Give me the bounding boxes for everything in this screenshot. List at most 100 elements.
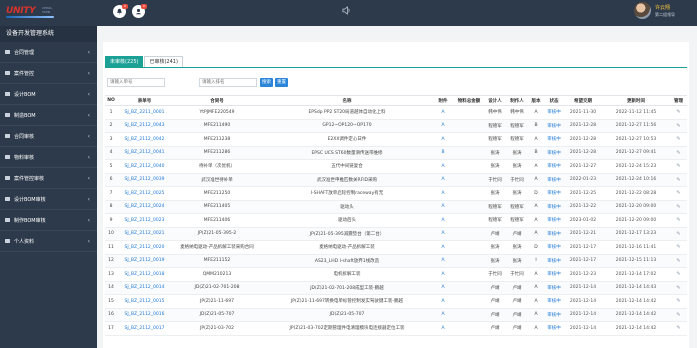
edit-icon[interactable]: ✎: [670, 213, 687, 228]
form-number-link[interactable]: SJ_BZ_2112_0039: [117, 173, 172, 187]
form-number-link[interactable]: SJ_BZ_2112_0018: [117, 267, 172, 282]
table-row[interactable]: 13 SJ_BZ_2112_0018 QMM210213 电机拆解工装 A 于忙同 于忙同 A…: [105, 267, 687, 282]
table-row[interactable]: 11 SJ_BZ_2112_0020 麦格纳电驱动-产品拆解工装采购合同 麦格纳电驱动…: [105, 240, 687, 255]
status-link[interactable]: 审核中: [544, 146, 564, 160]
form-number-link[interactable]: SJ_BZ_2112_0041: [117, 146, 172, 160]
status-link[interactable]: 审核中: [544, 105, 564, 120]
form-number-link[interactable]: SJ_BZ_2112_0025: [117, 186, 172, 201]
attachment-link[interactable]: A: [432, 132, 454, 147]
attachment-link[interactable]: A: [432, 186, 454, 201]
form-number-link[interactable]: SJ_BZ_2112_0014: [117, 281, 172, 295]
table-row[interactable]: 7 SJ_BZ_2112_0025 MFE211250 I-SHAFT放单启轮控制ra…: [105, 186, 687, 201]
status-link[interactable]: 审核中: [544, 227, 564, 241]
status-link[interactable]: 审核中: [544, 321, 564, 336]
user-avatar[interactable]: [634, 2, 651, 19]
sidebar-item-2[interactable]: 设计BOM ‹: [0, 84, 97, 105]
table-row[interactable]: 4 SJ_BZ_2112_0041 MFE211286 EPSC UCS ST60数量…: [105, 146, 687, 160]
status-link[interactable]: 审核中: [544, 132, 564, 147]
table-row[interactable]: 17 SJ_BZ_2112_0017 JP(Z)21-03-702 JP(Z)21-0…: [105, 321, 687, 336]
edit-icon[interactable]: ✎: [670, 119, 687, 133]
search-button[interactable]: 搜索: [260, 78, 273, 87]
sidebar-item-1[interactable]: 案件管控 ‹: [0, 63, 97, 84]
table-row[interactable]: 14 SJ_BZ_2112_0014 JD(Z)21-02-701-208 JD(Z)…: [105, 281, 687, 295]
sidebar-item-0[interactable]: 合同管理 ‹: [0, 42, 97, 63]
form-number-link[interactable]: SJ_BZ_2112_0020: [117, 240, 172, 255]
form-number-link[interactable]: SJ_BZ_2112_0019: [117, 254, 172, 268]
table-row[interactable]: 16 SJ_BZ_2112_0016 JD(Z)21-05-707 JD(Z)21-0…: [105, 308, 687, 322]
form-number-link[interactable]: SJ_BZ_2112_0040: [117, 159, 172, 174]
status-link[interactable]: 审核中: [544, 213, 564, 228]
status-link[interactable]: 审核中: [544, 240, 564, 255]
speaker-icon[interactable]: [342, 6, 351, 15]
edit-icon[interactable]: ✎: [670, 186, 687, 201]
status-link[interactable]: 审核中: [544, 159, 564, 174]
attachment-link[interactable]: A: [432, 294, 454, 309]
attachment-link[interactable]: A: [432, 227, 454, 241]
attachment-link[interactable]: A: [432, 321, 454, 336]
attachment-link[interactable]: A: [432, 105, 454, 120]
edit-icon[interactable]: ✎: [670, 281, 687, 295]
form-number-link[interactable]: SJ_BZ_2112_0023: [117, 213, 172, 228]
edit-icon[interactable]: ✎: [670, 200, 687, 214]
attachment-link[interactable]: A: [432, 240, 454, 255]
sidebar-item-3[interactable]: 制造BOM ‹: [0, 105, 97, 126]
status-link[interactable]: 审核中: [544, 119, 564, 133]
status-link[interactable]: 审核中: [544, 294, 564, 309]
sidebar-item-7[interactable]: 设计BOM审核 ‹: [0, 189, 97, 210]
user-name[interactable]: 许云翔: [655, 4, 670, 11]
edit-icon[interactable]: ✎: [670, 321, 687, 336]
attachment-link[interactable]: A: [432, 308, 454, 322]
edit-icon[interactable]: ✎: [670, 146, 687, 160]
status-link[interactable]: 审核中: [544, 186, 564, 201]
attachment-link[interactable]: B: [432, 146, 454, 160]
table-row[interactable]: 8 SJ_BZ_2112_0024 MFE211405 驱动头 A 程德军 程德军 A 审核中 2…: [105, 200, 687, 214]
form-number-link[interactable]: SJ_BZ_2112_0024: [117, 200, 172, 214]
form-number-link[interactable]: SJ_BZ_2112_0017: [117, 321, 172, 336]
sidebar-item-6[interactable]: 案件管控审核 ‹: [0, 168, 97, 189]
status-link[interactable]: 审核中: [544, 173, 564, 187]
order-number-input[interactable]: [107, 78, 165, 87]
status-link[interactable]: 审核中: [544, 200, 564, 214]
attachment-link[interactable]: A: [432, 200, 454, 214]
table-row[interactable]: 10 SJ_BZ_2112_0021 JP(Z)21-05-395-2 JP(Z)21…: [105, 227, 687, 241]
attachment-link[interactable]: A: [432, 213, 454, 228]
edit-icon[interactable]: ✎: [670, 294, 687, 309]
reset-button[interactable]: 重置: [275, 78, 288, 87]
attachment-link[interactable]: A: [432, 173, 454, 187]
sidebar-item-8[interactable]: 制作BOM审核 ‹: [0, 210, 97, 231]
tab-pending[interactable]: 未审核(225): [105, 56, 144, 67]
attachment-link[interactable]: A: [432, 281, 454, 295]
table-row[interactable]: 9 SJ_BZ_2112_0023 MFE211406 驱动后头 A 程德军 程德军 A 审核中…: [105, 213, 687, 228]
edit-icon[interactable]: ✎: [670, 267, 687, 282]
form-number-link[interactable]: SJ_BZ_2112_0043: [117, 119, 172, 133]
edit-icon[interactable]: ✎: [670, 254, 687, 268]
form-number-link[interactable]: SJ_BZ_2112_0042: [117, 132, 172, 147]
edit-icon[interactable]: ✎: [670, 105, 687, 120]
form-number-link[interactable]: SJ_BZ_2112_0016: [117, 308, 172, 322]
name-search-input[interactable]: [199, 78, 257, 87]
edit-icon[interactable]: ✎: [670, 173, 687, 187]
form-number-link[interactable]: SJ_BZ_2211_0001: [117, 105, 172, 120]
attachment-link[interactable]: A: [432, 119, 454, 133]
edit-icon[interactable]: ✎: [670, 227, 687, 241]
attachment-link[interactable]: A: [432, 159, 454, 174]
edit-icon[interactable]: ✎: [670, 308, 687, 322]
attachment-link[interactable]: A: [432, 267, 454, 282]
form-number-link[interactable]: SJ_BZ_2112_0015: [117, 294, 172, 309]
table-row[interactable]: 15 SJ_BZ_2112_0015 JP(Z)21-11-697 JP(Z)21-1…: [105, 294, 687, 309]
status-link[interactable]: 审核中: [544, 267, 564, 282]
attachment-link[interactable]: A: [432, 254, 454, 268]
sidebar-item-5[interactable]: 物料审核 ‹: [0, 147, 97, 168]
edit-icon[interactable]: ✎: [670, 132, 687, 147]
edit-icon[interactable]: ✎: [670, 240, 687, 255]
table-row[interactable]: 3 SJ_BZ_2112_0042 MFE211238 E2XX调件定心日件 A 程德军程…: [105, 132, 687, 147]
table-row[interactable]: 12 SJ_BZ_2112_0019 MFE211152 AS23_LHD I-sha…: [105, 254, 687, 268]
table-row[interactable]: 6 SJ_BZ_2112_0039 武汉准世待补单 武汉准世申推匹数关RFID采购 A 于…: [105, 173, 687, 187]
status-link[interactable]: 审核中: [544, 308, 564, 322]
form-number-link[interactable]: SJ_BZ_2112_0021: [117, 227, 172, 241]
table-row[interactable]: 5 SJ_BZ_2112_0040 待补单（次优机） 五代中间链复合 A 张涛 张涛 A 审核中…: [105, 159, 687, 174]
table-row[interactable]: 1 SJ_BZ_2211_0001 YtPJMFE220549 EPSdp PP2 S…: [105, 105, 687, 120]
status-link[interactable]: 审核中: [544, 254, 564, 268]
sidebar-item-4[interactable]: 合同审核 ‹: [0, 126, 97, 147]
sidebar-item-9[interactable]: 个人资料 ‹: [0, 231, 97, 252]
